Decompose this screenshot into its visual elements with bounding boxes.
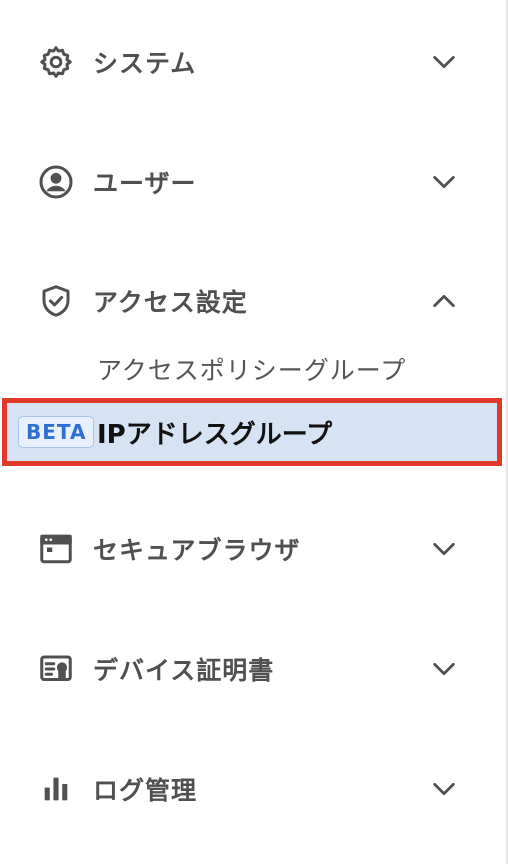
nav-item-label: ユーザー	[93, 169, 197, 198]
nav-item-secure-browser[interactable]: セキュアブラウザ	[0, 517, 504, 581]
nav-item-users[interactable]: ユーザー	[0, 150, 504, 214]
nav-item-device-certificate[interactable]: デバイス証明書	[0, 637, 504, 701]
chevron-up-icon[interactable]	[426, 283, 462, 319]
beta-badge: BETA	[18, 416, 95, 448]
nav-item-label: セキュアブラウザ	[93, 536, 301, 565]
chevron-down-icon[interactable]	[426, 44, 462, 80]
nav-item-access-settings[interactable]: アクセス設定	[0, 269, 504, 333]
chevron-down-icon[interactable]	[426, 164, 462, 200]
nav-item-label: ログ管理	[93, 776, 198, 805]
nav-item-label: デバイス証明書	[93, 656, 275, 685]
nav-item-label: アクセス設定	[93, 288, 248, 317]
browser-window-icon	[36, 529, 76, 569]
nav-item-label: システム	[93, 49, 197, 78]
shield-check-icon	[36, 281, 76, 321]
chevron-down-icon[interactable]	[426, 651, 462, 687]
nav-item-log-management[interactable]: ログ管理	[0, 757, 504, 821]
gear-icon	[36, 42, 76, 82]
certificate-icon	[36, 649, 76, 689]
bar-chart-icon	[36, 769, 76, 809]
user-circle-icon	[36, 162, 76, 202]
sub-item-label: アクセスポリシーグループ	[97, 356, 407, 385]
sub-item-access-policy-group[interactable]: アクセスポリシーグループ	[0, 346, 504, 392]
chevron-down-icon[interactable]	[426, 771, 462, 807]
nav-item-system[interactable]: システム	[0, 30, 504, 94]
sub-item-ip-address-group[interactable]: BETA IPアドレスグループ	[7, 403, 497, 461]
chevron-down-icon[interactable]	[426, 531, 462, 567]
sub-item-label: IPアドレスグループ	[97, 419, 333, 450]
